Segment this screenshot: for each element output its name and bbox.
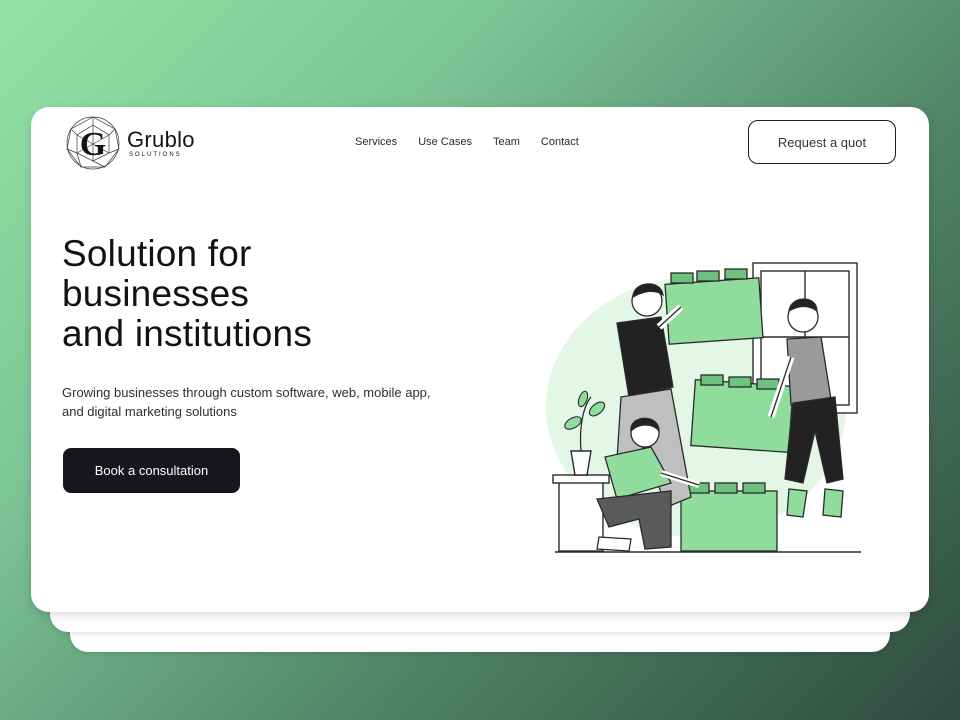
hero-title: Solution for businesses and institutions [62,234,312,354]
book-consultation-button[interactable]: Book a consultation [63,448,240,493]
hero-description: Growing businesses through custom softwa… [62,383,502,421]
hero-description-line: and digital marketing solutions [62,404,237,419]
svg-text:G: G [80,126,106,163]
nav-link-contact[interactable]: Contact [541,136,579,148]
brand-tagline: SOLUTIONS [129,152,182,158]
main-nav: Services Use Cases Team Contact [355,136,579,148]
brand-name: Grublo [127,127,195,152]
nav-link-team[interactable]: Team [493,136,520,148]
logo-polyhedron-icon: G [66,116,120,170]
landing-page-card: G Grublo SOLUTIONS Services Use Cases Te… [31,107,929,612]
nav-link-services[interactable]: Services [355,136,397,148]
hero-title-line: and institutions [62,313,313,354]
request-quote-button[interactable]: Request a quot [748,120,896,164]
team-building-blocks-illustration [546,262,861,553]
hero-title-line: businesses [62,273,250,314]
nav-link-use-cases[interactable]: Use Cases [418,136,472,148]
hero-description-line: Growing businesses through custom softwa… [62,385,431,400]
brand-logo[interactable]: G Grublo SOLUTIONS [65,115,195,171]
hero-title-line: Solution for [62,233,252,274]
